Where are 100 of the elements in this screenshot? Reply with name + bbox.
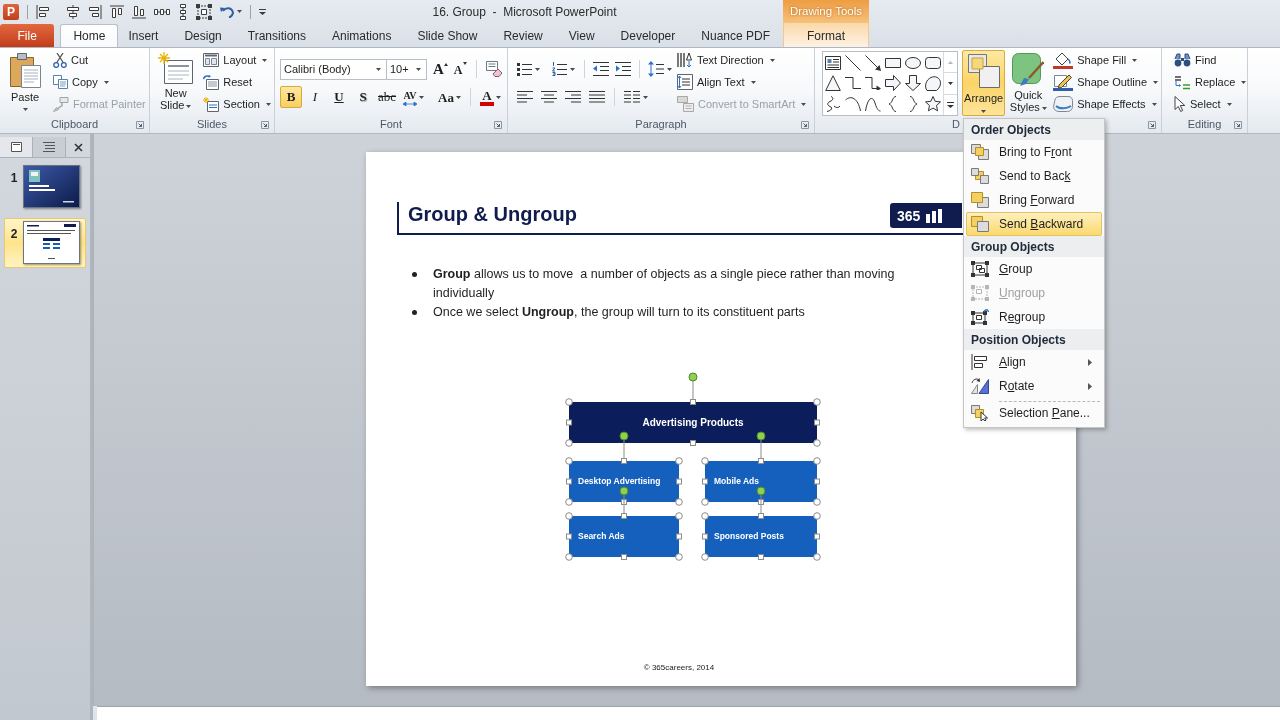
change-case-button[interactable]: Aa: [435, 86, 464, 108]
distribute-vertical-icon[interactable]: [178, 3, 188, 20]
curve-icon[interactable]: [865, 95, 881, 112]
scroll-down-icon[interactable]: [948, 82, 953, 85]
ribbon-tab[interactable]: Format: [784, 24, 868, 47]
shrink-font-button[interactable]: A: [453, 60, 467, 78]
shapes-gallery[interactable]: [822, 51, 958, 116]
font-name-field[interactable]: Calibri (Body): [280, 58, 387, 80]
ribbon-tab[interactable]: Nuance PDF: [688, 24, 783, 47]
reset-button[interactable]: Reset: [200, 71, 274, 93]
star-icon[interactable]: [925, 95, 941, 112]
more-caret-icon[interactable]: [947, 101, 954, 108]
slide-thumbnail[interactable]: [23, 165, 80, 208]
eraser-icon[interactable]: [485, 61, 502, 77]
arrow-line-icon[interactable]: [865, 55, 881, 72]
font-size-field[interactable]: 10+: [387, 58, 427, 80]
dialog-launcher-icon[interactable]: [801, 120, 809, 129]
undo-icon[interactable]: [220, 5, 234, 18]
shape-outline-button[interactable]: Shape Outline: [1050, 71, 1161, 93]
slide-list-item[interactable]: 2: [4, 218, 86, 268]
text-box-icon[interactable]: [825, 56, 841, 71]
section-button[interactable]: Section: [200, 93, 274, 115]
menu-item[interactable]: Bring Forward: [966, 188, 1102, 212]
dialog-launcher-icon[interactable]: [261, 120, 269, 129]
underline-button[interactable]: U: [328, 86, 350, 108]
align-right-icon[interactable]: [565, 91, 581, 103]
arrange-button[interactable]: Arrange: [962, 50, 1006, 116]
selection-frame-icon[interactable]: [196, 3, 212, 20]
menu-item[interactable]: Send to Back: [966, 164, 1102, 188]
align-center-icon[interactable]: [541, 91, 557, 103]
align-left-icon[interactable]: [36, 4, 50, 19]
triangle-icon[interactable]: [825, 75, 841, 92]
slide-thumbnail[interactable]: [23, 221, 80, 264]
align-left-icon[interactable]: [517, 91, 533, 103]
align-text-button[interactable]: Align Text: [674, 71, 810, 93]
layout-button[interactable]: Layout: [200, 49, 274, 71]
decrease-indent-icon[interactable]: [593, 62, 609, 76]
text-direction-button[interactable]: Text Direction: [674, 49, 810, 71]
menu-item[interactable]: Send Backward: [966, 212, 1102, 236]
replace-button[interactable]: Replace: [1171, 71, 1250, 93]
menu-item[interactable]: Align: [966, 350, 1102, 374]
menu-item[interactable]: Group: [966, 257, 1102, 281]
down-arrow-icon[interactable]: [905, 75, 921, 92]
elbow-arrow-icon[interactable]: [865, 76, 881, 91]
shadow-button[interactable]: S: [352, 86, 374, 108]
right-arrow-icon[interactable]: [885, 75, 901, 92]
dialog-launcher-icon[interactable]: [1148, 120, 1156, 129]
ribbon-tab[interactable]: Slide Show: [404, 24, 491, 47]
align-center-icon[interactable]: [66, 4, 80, 19]
grow-font-button[interactable]: A: [433, 61, 448, 77]
quick-styles-button[interactable]: Quick Styles: [1006, 51, 1051, 116]
outline-tab[interactable]: [33, 137, 66, 157]
oval-icon[interactable]: [905, 57, 921, 70]
ribbon-tab[interactable]: Transitions: [234, 24, 319, 47]
file-tab[interactable]: File: [0, 24, 55, 47]
dialog-launcher-icon[interactable]: [494, 120, 502, 129]
bold-button[interactable]: B: [280, 86, 302, 108]
align-bottom-icon[interactable]: [132, 4, 146, 19]
ribbon-tab[interactable]: View: [555, 24, 608, 47]
columns-button[interactable]: [624, 91, 648, 103]
italic-button[interactable]: I: [304, 86, 326, 108]
find-button[interactable]: Find: [1171, 49, 1250, 71]
slides-tab[interactable]: [0, 137, 33, 157]
strikethrough-button[interactable]: abc: [376, 86, 398, 108]
shape-effects-button[interactable]: Shape Effects: [1050, 93, 1161, 115]
slide-list-item[interactable]: 1: [4, 162, 86, 212]
ribbon-tab[interactable]: Animations: [319, 24, 405, 47]
ribbon-tab[interactable]: Review: [490, 24, 556, 47]
dialog-launcher-icon[interactable]: [136, 120, 144, 129]
ribbon-tab[interactable]: Home: [60, 24, 119, 47]
arc-icon[interactable]: [845, 95, 861, 112]
elbow-connector-icon[interactable]: [845, 75, 861, 92]
customize-caret-icon[interactable]: [259, 8, 266, 15]
caret-icon[interactable]: [237, 10, 242, 13]
cut-button[interactable]: Cut: [50, 49, 149, 71]
select-button[interactable]: Select: [1171, 93, 1250, 115]
menu-item[interactable]: Selection Pane...: [966, 398, 1102, 425]
copy-button[interactable]: Copy: [50, 71, 149, 93]
numbering-button[interactable]: [552, 62, 575, 76]
ribbon-tab[interactable]: Design: [171, 24, 235, 47]
dialog-launcher-icon[interactable]: [1234, 120, 1242, 129]
distribute-horizontal-icon[interactable]: [154, 6, 170, 17]
new-slide-button[interactable]: New Slide: [155, 48, 197, 116]
line-icon[interactable]: [845, 55, 861, 72]
curved-shape-icon[interactable]: [925, 75, 941, 92]
paste-button[interactable]: Paste: [3, 48, 47, 116]
ribbon-tab[interactable]: Developer: [607, 24, 689, 47]
increase-indent-icon[interactable]: [615, 62, 631, 76]
close-icon[interactable]: [73, 142, 83, 152]
menu-item[interactable]: Bring to Front: [966, 140, 1102, 164]
app-logo[interactable]: P: [3, 3, 19, 20]
shape-fill-button[interactable]: Shape Fill: [1050, 49, 1161, 71]
font-color-button[interactable]: A: [476, 86, 504, 108]
bullets-button[interactable]: [517, 62, 540, 76]
line-spacing-button[interactable]: [648, 61, 672, 77]
menu-item[interactable]: Regroup: [966, 305, 1102, 329]
align-top-icon[interactable]: [110, 4, 124, 19]
menu-item[interactable]: Rotate: [966, 374, 1102, 398]
character-spacing-button[interactable]: AV: [400, 86, 427, 108]
freeform-icon[interactable]: [825, 95, 841, 112]
